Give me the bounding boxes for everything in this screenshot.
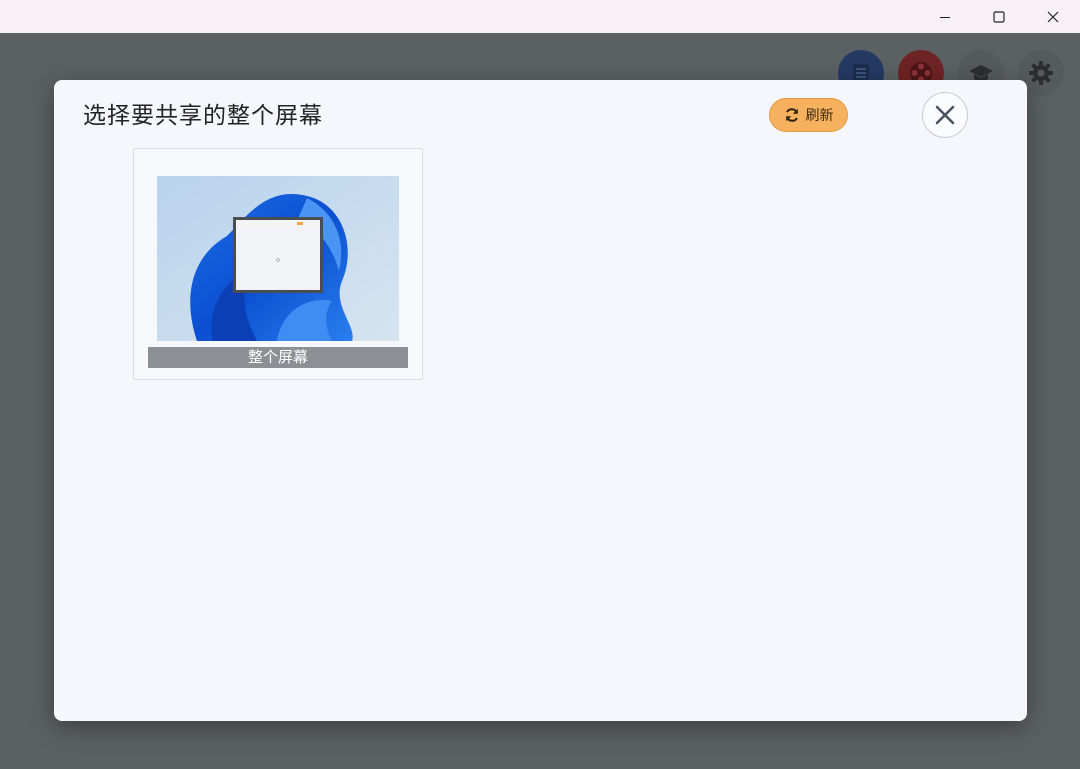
screen-option-card[interactable]: 整个屏幕 [133, 148, 423, 380]
maximize-button[interactable] [972, 0, 1026, 33]
close-icon [935, 105, 955, 125]
screen-thumbnail [157, 176, 399, 341]
maximize-icon [993, 10, 1005, 23]
gear-icon [1029, 61, 1053, 85]
dialog-close-button[interactable] [922, 92, 968, 138]
dialog-title: 选择要共享的整个屏幕 [83, 103, 323, 129]
refresh-label: 刷新 [805, 108, 834, 124]
screen-option-label: 整个屏幕 [148, 347, 408, 368]
refresh-icon [785, 108, 798, 122]
window-titlebar [0, 0, 1080, 33]
close-icon [1047, 11, 1059, 22]
refresh-button[interactable]: 刷新 [769, 98, 848, 132]
minimize-button[interactable] [918, 0, 972, 33]
window-close-button[interactable] [1026, 0, 1080, 33]
share-screen-dialog: 选择要共享的整个屏幕 刷新 整个屏幕 [54, 80, 1027, 721]
minimize-icon [940, 16, 950, 18]
